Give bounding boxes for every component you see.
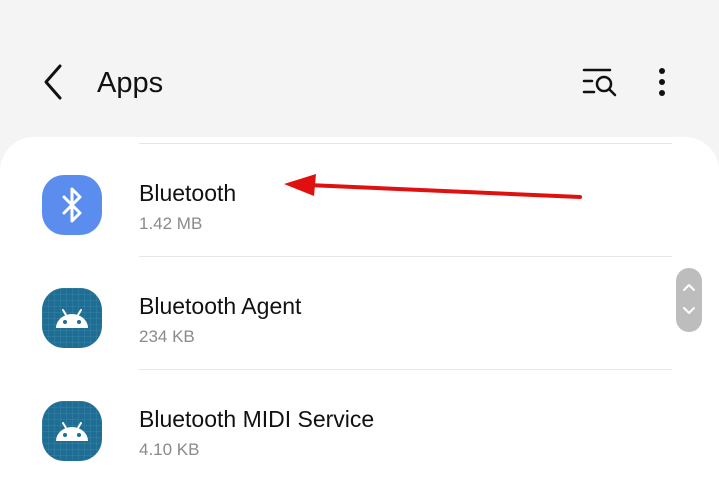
android-icon <box>42 401 102 461</box>
page-title: Apps <box>97 67 164 99</box>
list-item-bluetooth-midi-service[interactable]: Bluetooth MIDI Service 4.10 KB <box>0 369 719 481</box>
app-name: Bluetooth <box>139 180 237 206</box>
app-size: 234 KB <box>139 327 195 346</box>
more-vert-icon <box>659 68 665 96</box>
fast-scroll-handle[interactable] <box>676 268 702 332</box>
app-size: 1.42 MB <box>139 214 203 233</box>
back-button[interactable] <box>36 60 72 104</box>
list-item-bluetooth-agent[interactable]: Bluetooth Agent 234 KB <box>0 256 719 368</box>
chevron-left-icon <box>44 64 62 100</box>
android-icon <box>42 288 102 348</box>
list-search-icon <box>582 68 617 97</box>
app-name: Bluetooth Agent <box>139 293 302 319</box>
chevron-down-icon <box>683 307 695 314</box>
app-bar: Apps <box>0 0 719 140</box>
more-options-button[interactable] <box>645 62 679 102</box>
search-list-button[interactable] <box>578 62 622 102</box>
app-size: 4.10 KB <box>139 440 200 459</box>
app-name: Bluetooth MIDI Service <box>139 406 375 432</box>
chevron-up-icon <box>683 284 695 291</box>
red-arrow-annotation <box>284 174 582 199</box>
bluetooth-icon <box>42 175 102 235</box>
